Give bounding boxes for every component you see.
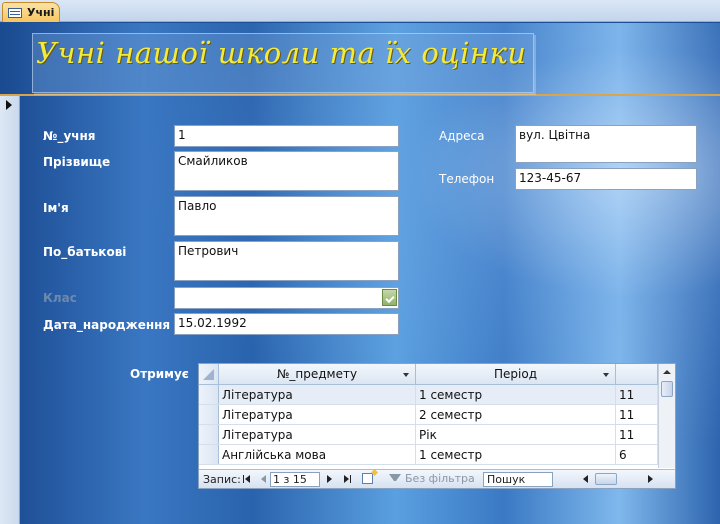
document-tab-strip: Учні	[0, 0, 720, 22]
label-class: Клас	[43, 291, 77, 305]
cell-subject[interactable]: Література	[219, 425, 416, 444]
table-row[interactable]: Література Рік 11	[199, 425, 658, 445]
patronymic-field[interactable]: Петрович	[174, 241, 399, 281]
table-row[interactable]: Література 1 семестр 11	[199, 385, 658, 405]
chevron-down-icon[interactable]	[382, 289, 397, 306]
name-field[interactable]: Павло	[174, 196, 399, 236]
cell-subject[interactable]: Англійська мова	[219, 445, 416, 464]
table-row[interactable]: Література 2 семестр 11	[199, 405, 658, 425]
record-selector[interactable]	[0, 96, 20, 524]
form-title: Учні нашої школи та їх оцінки	[36, 36, 527, 70]
column-header-grade[interactable]	[616, 364, 658, 384]
previous-record-icon[interactable]	[261, 475, 266, 483]
cell-period[interactable]: Рік	[416, 425, 616, 444]
label-patronymic: По_батькові	[43, 245, 127, 259]
cell-grade[interactable]: 11	[616, 385, 658, 404]
cell-grade[interactable]: 6	[616, 445, 658, 464]
surname-field[interactable]: Смайликов	[174, 151, 399, 191]
student-no-field[interactable]: 1	[174, 125, 399, 147]
row-selector[interactable]	[199, 405, 219, 424]
scroll-up-icon[interactable]	[663, 370, 671, 374]
table-row[interactable]: Англійська мова 1 семестр 6	[199, 445, 658, 465]
label-surname: Прізвище	[43, 155, 111, 169]
scroll-left-icon[interactable]	[583, 475, 588, 483]
birthdate-field[interactable]: 15.02.1992	[174, 313, 399, 335]
datasheet-grid: №_предмету Період Література 1 семестр 1…	[199, 364, 658, 468]
current-record-arrow-icon	[6, 100, 12, 110]
horizontal-scroll-thumb[interactable]	[595, 473, 617, 485]
select-all-corner[interactable]	[199, 364, 219, 384]
cell-grade[interactable]: 11	[616, 425, 658, 444]
cell-subject[interactable]: Література	[219, 405, 416, 424]
record-counter-input[interactable]: 1 з 15	[270, 472, 320, 487]
label-student-no: №_учня	[43, 129, 96, 143]
label-subform: Отримує	[130, 367, 189, 381]
row-selector[interactable]	[199, 385, 219, 404]
search-input[interactable]: Пошук	[483, 472, 553, 487]
class-combobox[interactable]	[174, 287, 399, 309]
label-phone: Телефон	[439, 172, 495, 186]
chevron-down-icon[interactable]	[603, 373, 609, 377]
chevron-down-icon[interactable]	[403, 373, 409, 377]
phone-field[interactable]: 123-45-67	[515, 168, 697, 190]
row-selector[interactable]	[199, 445, 219, 464]
label-birthdate: Дата_народження	[43, 318, 171, 332]
record-label: Запис:	[203, 473, 241, 486]
filter-label: Без фільтра	[405, 472, 475, 485]
cell-period[interactable]: 2 семестр	[416, 405, 616, 424]
cell-subject[interactable]: Література	[219, 385, 416, 404]
new-record-icon[interactable]	[362, 473, 373, 484]
filter-button[interactable]: Без фільтра	[381, 472, 477, 487]
label-address: Адреса	[439, 129, 485, 143]
cell-period[interactable]: 1 семестр	[416, 385, 616, 404]
column-header-subject[interactable]: №_предмету	[219, 364, 416, 384]
tab-students[interactable]: Учні	[2, 2, 60, 22]
filter-icon	[389, 474, 401, 484]
datasheet-header-row: №_предмету Період	[199, 364, 658, 385]
column-header-period[interactable]: Період	[416, 364, 616, 384]
grades-subform[interactable]: №_предмету Період Література 1 семестр 1…	[198, 363, 676, 489]
row-selector[interactable]	[199, 425, 219, 444]
scroll-thumb[interactable]	[661, 381, 673, 397]
vertical-scrollbar[interactable]	[658, 364, 675, 468]
record-navigation-bar: Запис: 1 з 15 Без фільтра Пошук	[199, 469, 675, 488]
form-icon	[8, 7, 22, 18]
next-record-icon[interactable]	[327, 475, 332, 483]
cell-period[interactable]: 1 семестр	[416, 445, 616, 464]
tab-label: Учні	[27, 6, 55, 19]
cell-grade[interactable]: 11	[616, 405, 658, 424]
label-name: Ім'я	[43, 201, 69, 215]
address-field[interactable]: вул. Цвітна	[515, 125, 697, 163]
scroll-right-icon[interactable]	[648, 475, 653, 483]
